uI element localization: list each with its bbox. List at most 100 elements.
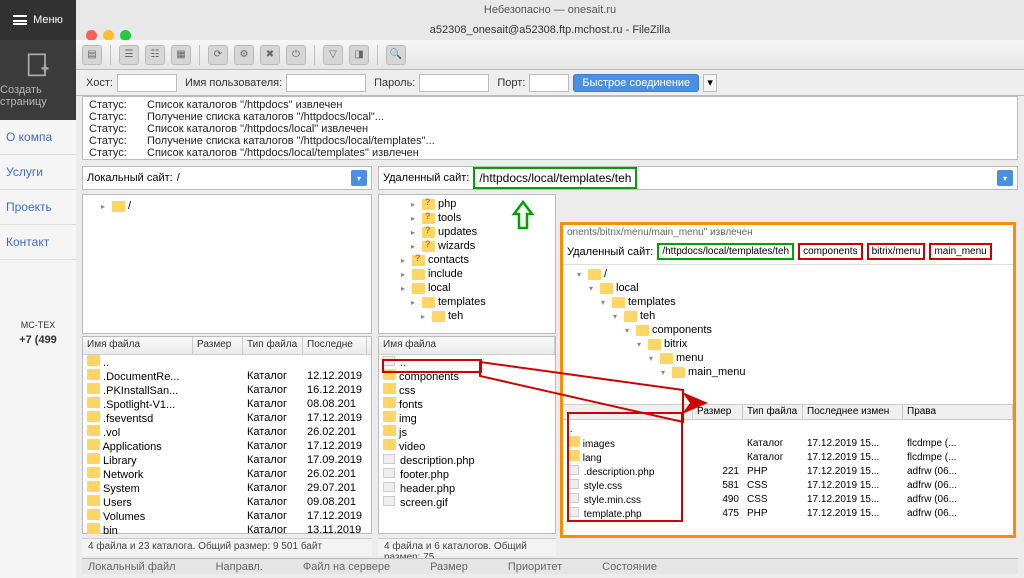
col-modified[interactable]: Последне — [303, 337, 367, 354]
tree-item[interactable]: / — [128, 200, 131, 212]
tree-item[interactable]: main_menu — [688, 366, 745, 378]
host-label: Хост: — [86, 77, 113, 89]
side-link-contacts[interactable]: Контакт — [0, 225, 76, 260]
col-type[interactable]: Тип файла — [243, 337, 303, 354]
tree-item[interactable]: wizards — [438, 240, 475, 252]
overlay-tree[interactable]: ▾/▾local▾templates▾teh▾components▾bitrix… — [563, 264, 1013, 404]
tree-item[interactable]: templates — [438, 296, 486, 308]
logo-text: MC-TEX — [0, 320, 76, 330]
table-row[interactable]: footer.php — [379, 467, 555, 481]
col-name[interactable]: Имя файла — [379, 337, 555, 354]
table-row[interactable]: css — [379, 383, 555, 397]
search-icon[interactable]: 🔍 — [386, 45, 406, 65]
host-input[interactable] — [117, 74, 177, 92]
tree-item[interactable]: menu — [676, 352, 704, 364]
tree-item[interactable]: include — [428, 268, 463, 280]
local-path-dropdown[interactable]: ▾ — [351, 170, 367, 186]
local-statusbar: 4 файла и 23 каталога. Общий размер: 9 5… — [82, 538, 372, 556]
refresh-icon[interactable]: ⟳ — [208, 45, 228, 65]
table-row[interactable]: style.min.css490CSS17.12.2019 15...adfrw… — [563, 492, 1013, 506]
table-row[interactable]: .PKInstallSan...Каталог16.12.2019 — [83, 383, 371, 397]
path-seg-2[interactable]: bitrix/menu — [867, 243, 926, 260]
port-input[interactable] — [529, 74, 569, 92]
process-icon[interactable]: ⚙ — [234, 45, 254, 65]
remote-filelist-a[interactable]: Имя файла .. components css fonts img js… — [378, 336, 556, 534]
table-row[interactable]: LibraryКаталог17.09.2019 — [83, 453, 371, 467]
table-row[interactable]: .fseventsdКаталог17.12.2019 — [83, 411, 371, 425]
table-row[interactable]: .DocumentRe...Каталог12.12.2019 — [83, 369, 371, 383]
side-link-about[interactable]: О компа — [0, 120, 76, 155]
tree-item[interactable]: updates — [438, 226, 477, 238]
filter-icon[interactable]: ▽ — [323, 45, 343, 65]
table-row[interactable]: js — [379, 425, 555, 439]
remote-path-value[interactable]: /httpdocs/local/templates/teh — [473, 167, 637, 189]
toggle-queue-icon[interactable]: ▦ — [171, 45, 191, 65]
path-seg-3[interactable]: main_menu — [929, 243, 991, 260]
table-row[interactable]: .description.php221PHP17.12.2019 15...ad… — [563, 464, 1013, 478]
pass-input[interactable] — [419, 74, 489, 92]
col-name[interactable]: Имя файла — [83, 337, 193, 354]
local-filelist[interactable]: Имя файла Размер Тип файла Последне .. .… — [82, 336, 372, 534]
table-row[interactable]: .. — [83, 355, 371, 369]
side-link-services[interactable]: Услуги — [0, 155, 76, 190]
table-row[interactable]: UsersКаталог09.08.201 — [83, 495, 371, 509]
tree-item[interactable]: teh — [448, 310, 463, 322]
queue-header: Локальный файлНаправл.Файл на сервереРаз… — [82, 558, 1018, 574]
tree-item[interactable]: / — [604, 268, 607, 280]
overlay-files[interactable]: .. imagesКаталог17.12.2019 15...flcdmpe … — [563, 420, 1013, 522]
create-page-button[interactable]: Создать страницу — [0, 40, 76, 120]
path-seg-1[interactable]: components — [798, 243, 862, 260]
table-row[interactable]: components — [379, 369, 555, 383]
remote-path-dropdown[interactable]: ▾ — [997, 170, 1013, 186]
table-row[interactable]: img — [379, 411, 555, 425]
local-tree[interactable]: ▸/ — [82, 194, 372, 334]
tree-item[interactable]: contacts — [428, 254, 469, 266]
disconnect-icon[interactable]: ⏻ — [286, 45, 306, 65]
ov-col-name[interactable] — [563, 405, 693, 419]
toggle-log-icon[interactable]: ☰ — [119, 45, 139, 65]
table-row[interactable]: langКаталог17.12.2019 15...flcdmpe (... — [563, 450, 1013, 464]
local-path-input[interactable] — [177, 172, 347, 184]
path-seg-0[interactable]: /httpdocs/local/templates/teh — [657, 243, 794, 260]
table-row[interactable]: description.php — [379, 453, 555, 467]
table-row[interactable]: template.php475PHP17.12.2019 15...adfrw … — [563, 506, 1013, 520]
side-link-projects[interactable]: Проекть — [0, 190, 76, 225]
tree-item[interactable]: components — [652, 324, 712, 336]
sitemanager-icon[interactable]: ▤ — [82, 45, 102, 65]
ov-col-type[interactable]: Тип файла — [743, 405, 803, 419]
tree-item[interactable]: bitrix — [664, 338, 687, 350]
table-row[interactable]: SystemКаталог29.07.201 — [83, 481, 371, 495]
menu-button[interactable]: Меню — [0, 0, 76, 40]
cancel-icon[interactable]: ✖ — [260, 45, 280, 65]
table-row[interactable]: fonts — [379, 397, 555, 411]
col-size[interactable]: Размер — [193, 337, 243, 354]
table-row[interactable]: imagesКаталог17.12.2019 15...flcdmpe (..… — [563, 436, 1013, 450]
ov-col-modified[interactable]: Последнее измен — [803, 405, 903, 419]
quickconnect-button[interactable]: Быстрое соединение — [573, 74, 699, 92]
table-row[interactable]: binКаталог13.11.2019 — [83, 523, 371, 537]
tree-item[interactable]: local — [428, 282, 451, 294]
toggle-tree-icon[interactable]: ☷ — [145, 45, 165, 65]
tree-item[interactable]: templates — [628, 296, 676, 308]
remote-path-label: Удаленный сайт: — [383, 172, 469, 184]
tree-item[interactable]: teh — [640, 310, 655, 322]
table-row[interactable]: .volКаталог26.02.201 — [83, 425, 371, 439]
tree-item[interactable]: local — [616, 282, 639, 294]
table-row[interactable]: .. — [563, 422, 1013, 436]
table-row[interactable]: style.css581CSS17.12.2019 15...adfrw (06… — [563, 478, 1013, 492]
ov-col-perms[interactable]: Права — [903, 405, 1013, 419]
compare-icon[interactable]: ◨ — [349, 45, 369, 65]
table-row[interactable]: screen.gif — [379, 495, 555, 509]
user-input[interactable] — [286, 74, 366, 92]
table-row[interactable]: VolumesКаталог17.12.2019 — [83, 509, 371, 523]
table-row[interactable]: header.php — [379, 481, 555, 495]
table-row[interactable]: .. — [379, 355, 555, 369]
tree-item[interactable]: php — [438, 198, 456, 210]
log-pane[interactable]: Статус:Список каталогов "/httpdocs" извл… — [82, 96, 1018, 160]
table-row[interactable]: ApplicationsКаталог17.12.2019 — [83, 439, 371, 453]
tree-item[interactable]: tools — [438, 212, 461, 224]
table-row[interactable]: NetworkКаталог26.02.201 — [83, 467, 371, 481]
table-row[interactable]: .Spotlight-V1...Каталог08.08.201 — [83, 397, 371, 411]
quickconnect-dropdown[interactable]: ▾ — [703, 74, 717, 92]
table-row[interactable]: video — [379, 439, 555, 453]
